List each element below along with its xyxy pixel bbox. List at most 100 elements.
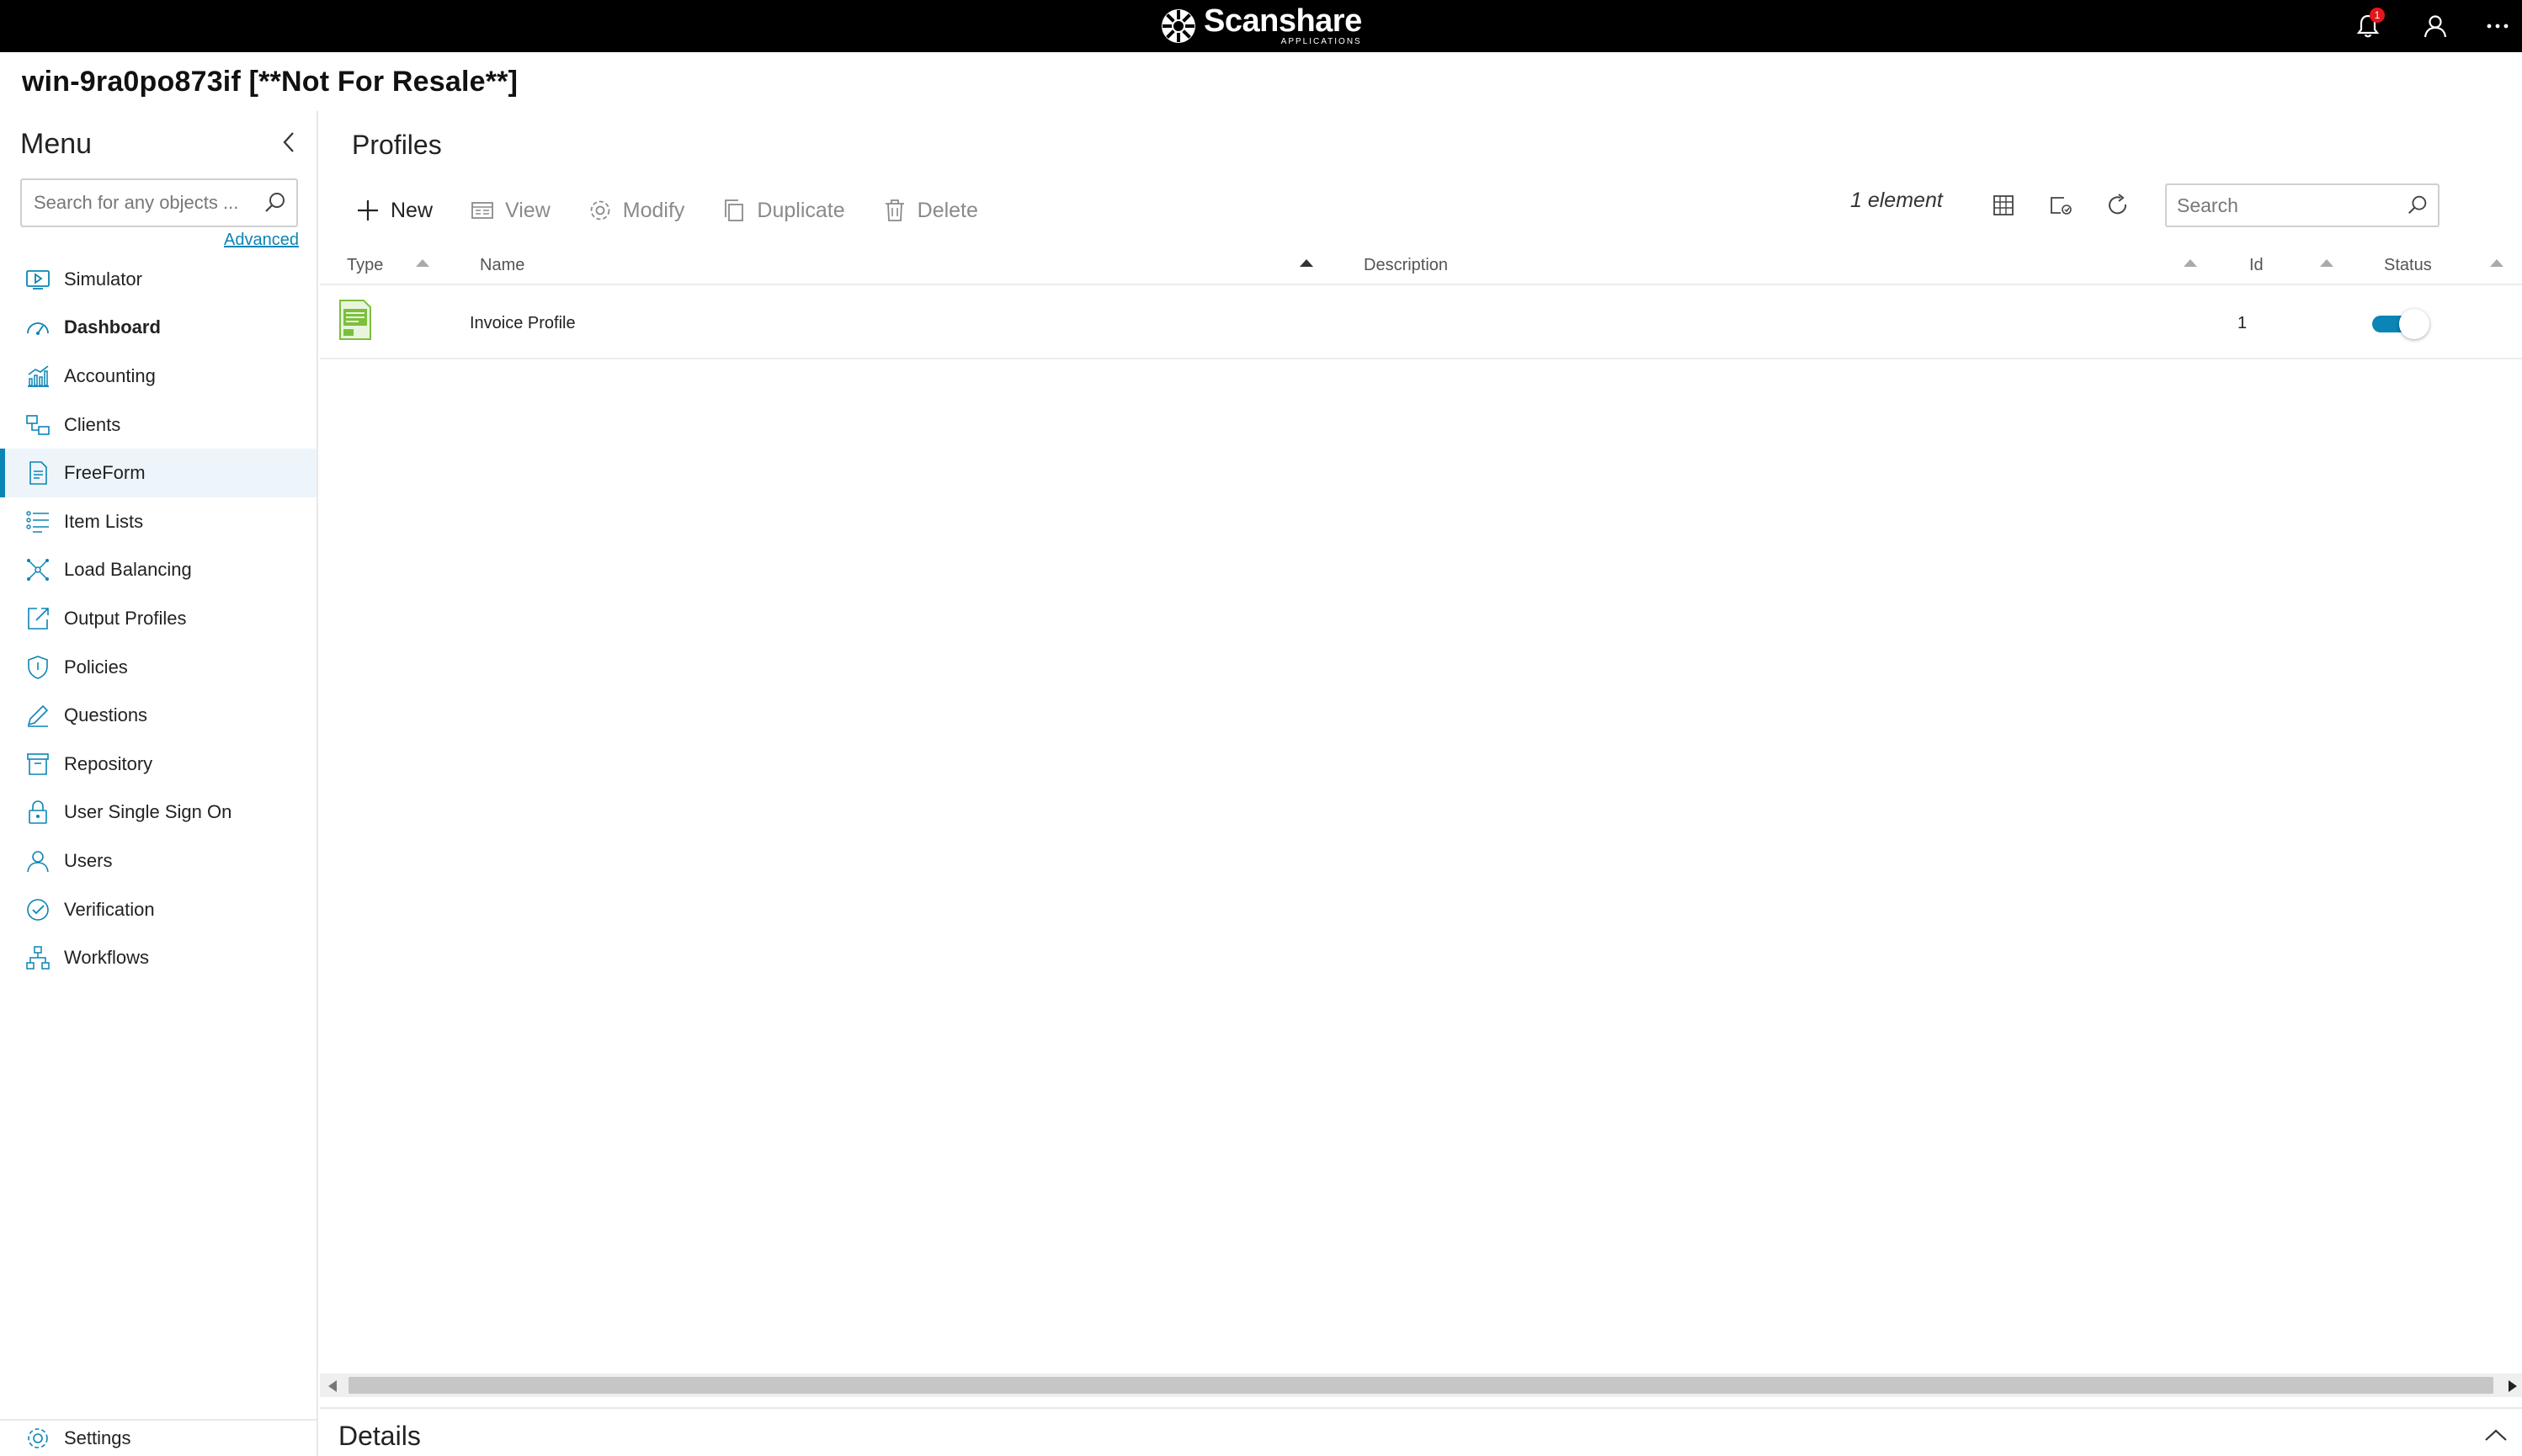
modify-button[interactable]: Modify [588,198,685,223]
sidebar-item-repository[interactable]: Repository [0,740,317,789]
new-button-label: New [391,198,434,222]
sidebar-item-user-single-sign-on[interactable]: User Single Sign On [0,789,317,837]
pencil-icon [24,701,52,730]
dashboard-icon [24,313,52,342]
sidebar-item-dashboard[interactable]: Dashboard [0,304,317,353]
sidebar-item-users[interactable]: Users [0,837,317,885]
brand-name: Scanshare [1204,3,1362,39]
sidebar-item-output-profiles[interactable]: Output Profiles [0,594,317,643]
user-icon [2424,15,2447,38]
sidebar-item-label: Item Lists [64,510,144,532]
refresh-button[interactable] [2101,189,2135,222]
column-header-type[interactable]: Type [347,256,383,275]
user-account-button[interactable] [2419,10,2451,42]
status-toggle[interactable] [2372,309,2433,339]
load-balancing-icon [24,555,52,584]
view-icon [470,198,495,223]
host-title: win-9ra0po873if [**Not For Resale**] [22,66,519,98]
sidebar-item-simulator[interactable]: Simulator [0,255,317,304]
more-options-button[interactable] [2482,10,2514,42]
brand-subtitle: APPLICATIONS [1280,37,1362,46]
copy-icon [721,198,747,223]
sidebar-item-label: Questions [64,704,148,726]
sidebar-item-label: Clients [64,413,121,435]
sidebar-item-accounting[interactable]: Accounting [0,352,317,401]
description-sort-icon[interactable] [2184,259,2197,267]
simulator-icon [24,265,52,294]
delete-button[interactable]: Delete [882,198,978,223]
id-sort-icon[interactable] [2320,259,2333,267]
output-profiles-icon [24,604,52,633]
profiles-search-button[interactable] [2406,194,2429,217]
column-header-description[interactable]: Description [1364,256,1448,275]
notification-badge: 1 [2370,8,2385,23]
sidebar-item-load-balancing[interactable]: Load Balancing [0,546,317,595]
export-button[interactable] [2044,189,2078,222]
sidebar-item-clients[interactable]: Clients [0,401,317,449]
column-header-status[interactable]: Status [2384,256,2432,275]
menu-list: Simulator Dashboard Accounting Clients F… [0,255,317,982]
status-toggle-knob [2399,309,2429,339]
plus-icon [355,198,380,223]
scrollbar-thumb[interactable] [349,1377,2493,1394]
sidebar-item-label: Output Profiles [64,607,187,629]
repository-icon [24,750,52,778]
trash-icon [882,198,907,223]
sidebar-search-input[interactable] [22,192,249,214]
sidebar-item-freeform[interactable]: FreeForm [0,449,317,497]
profiles-search-input[interactable] [2167,194,2394,217]
main-content: Profiles New View Modify Duplicate Delet… [320,111,2522,1456]
chevron-left-icon [283,132,294,152]
sidebar-item-item-lists[interactable]: Item Lists [0,497,317,546]
accounting-icon [24,362,52,391]
table-header: Type Name Description Id Status [320,247,2522,285]
more-horizontal-icon [2487,24,2509,29]
sidebar-item-workflows[interactable]: Workflows [0,933,317,982]
top-bar: Scanshare APPLICATIONS 1 [0,0,2522,52]
sidebar-item-label: Policies [64,656,128,678]
sidebar-search-button[interactable] [263,190,288,215]
sidebar-item-policies[interactable]: Policies [0,643,317,692]
scanshare-logo: Scanshare APPLICATIONS [1160,3,1362,49]
sidebar-item-verification[interactable]: Verification [0,885,317,934]
sidebar-search [20,178,298,227]
clients-icon [24,411,52,439]
name-sort-icon[interactable] [1300,259,1313,267]
new-button[interactable]: New [355,198,433,223]
scroll-right-icon[interactable] [2509,1380,2517,1392]
sidebar-item-label: Users [64,849,113,871]
scroll-left-icon[interactable] [328,1380,337,1392]
freeform-icon [24,459,52,487]
view-button[interactable]: View [470,198,551,223]
column-header-name[interactable]: Name [480,256,524,275]
notifications-button[interactable]: 1 [2352,8,2385,42]
column-header-id[interactable]: Id [2249,256,2264,275]
element-count: 1 element [1850,189,1943,212]
delete-button-label: Delete [917,198,978,222]
collapse-sidebar-button[interactable] [274,128,303,157]
horizontal-scrollbar[interactable] [320,1374,2522,1397]
modify-button-label: Modify [622,198,685,222]
details-panel: Details [320,1407,2522,1456]
gear-icon [24,1424,52,1453]
duplicate-button[interactable]: Duplicate [721,198,845,223]
sidebar-item-label: Workflows [64,947,150,969]
advanced-search-link[interactable]: Advanced [224,231,299,250]
export-icon [2051,197,2072,215]
grid-view-button[interactable] [1987,189,2020,222]
sidebar-item-label: Load Balancing [64,559,192,581]
refresh-icon [2109,194,2127,215]
user-icon [24,847,52,875]
type-sort-icon[interactable] [416,259,429,267]
sidebar: Menu Advanced Simulator Dashboard [0,111,318,1456]
page-title: Profiles [352,130,442,160]
sidebar-item-label: Repository [64,752,153,774]
sidebar-item-label: Accounting [64,364,156,386]
table-row[interactable]: Invoice Profile 1 [320,285,2522,359]
lock-icon [24,798,52,826]
details-expand-button[interactable] [2482,1421,2510,1449]
sidebar-item-label: User Single Sign On [64,801,232,823]
status-sort-icon[interactable] [2490,259,2503,267]
sidebar-item-settings[interactable]: Settings [0,1419,317,1456]
sidebar-item-questions[interactable]: Questions [0,691,317,740]
